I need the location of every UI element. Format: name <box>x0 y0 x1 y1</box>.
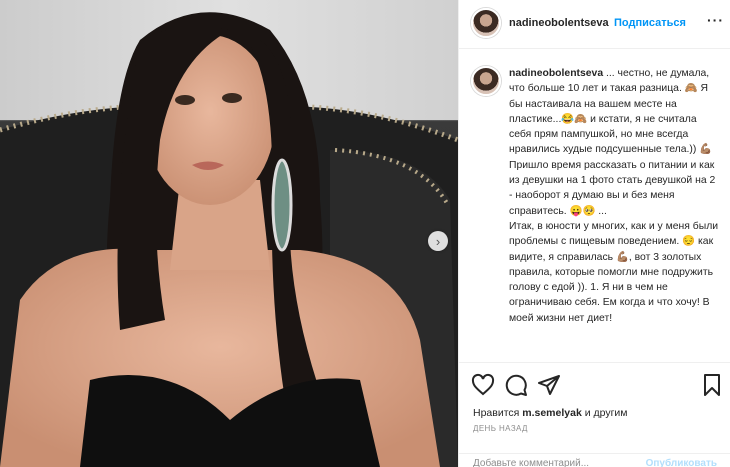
chevron-right-icon[interactable]: › <box>428 231 448 251</box>
likes-suffix: и другим <box>581 407 628 419</box>
caption-section: nadineobolentseva ... честно, не думала,… <box>459 62 730 362</box>
post-photo[interactable]: › <box>0 0 458 467</box>
post-side-panel: nadineobolentseva • Подписаться ··· nadi… <box>458 0 730 467</box>
photo-illustration <box>0 0 458 467</box>
likes-user[interactable]: m.semelyak <box>522 407 582 419</box>
comment-icon[interactable] <box>504 373 528 397</box>
caption-username[interactable]: nadineobolentseva <box>509 68 603 79</box>
post-username[interactable]: nadineobolentseva <box>509 17 609 29</box>
bookmark-icon[interactable] <box>700 373 724 397</box>
publish-button[interactable]: Опубликовать <box>646 458 717 467</box>
post-time[interactable]: ДЕНЬ НАЗАД <box>473 424 528 433</box>
likes-text: Нравится m.semelyak и другим <box>473 407 628 419</box>
follow-button[interactable]: Подписаться <box>614 17 686 29</box>
comment-input[interactable]: Добавьте комментарий... <box>473 458 589 467</box>
caption-avatar[interactable] <box>471 66 501 96</box>
share-icon[interactable] <box>537 373 561 397</box>
avatar[interactable] <box>471 8 501 38</box>
heart-icon[interactable] <box>471 373 495 397</box>
post-header: nadineobolentseva • Подписаться ··· <box>459 0 730 49</box>
caption: nadineobolentseva ... честно, не думала,… <box>509 66 721 326</box>
more-options-icon[interactable]: ··· <box>707 12 724 28</box>
likes-prefix: Нравится <box>473 407 523 419</box>
post-actions: Нравится m.semelyak и другим ДЕНЬ НАЗАД <box>459 362 730 462</box>
caption-text: ... честно, не думала, что больше 10 лет… <box>509 68 719 324</box>
comment-bar: Добавьте комментарий... Опубликовать <box>459 453 730 467</box>
